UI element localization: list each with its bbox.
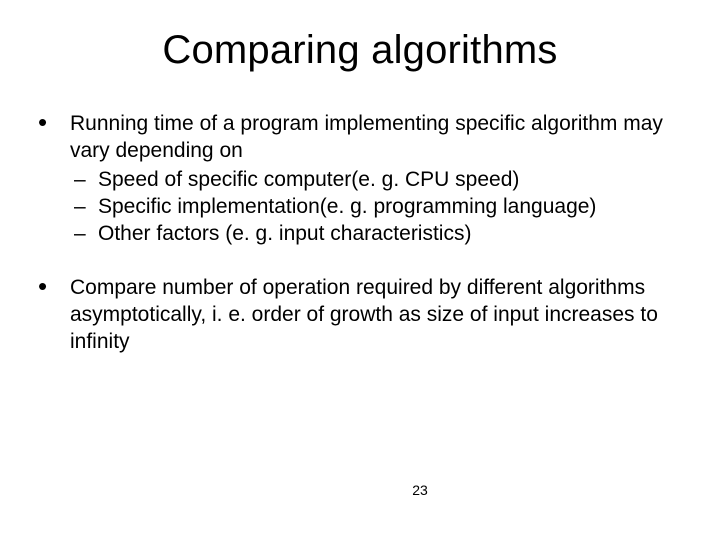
sub-bullet-2-text: Specific implementation(e. g. programmin… xyxy=(98,195,596,218)
sub-bullet-3: Other factors (e. g. input characteristi… xyxy=(70,221,692,248)
slide: Comparing algorithms Running time of a p… xyxy=(0,0,720,540)
slide-body: Running time of a program implementing s… xyxy=(28,111,692,356)
sub-bullet-2: Specific implementation(e. g. programmin… xyxy=(70,194,692,221)
sub-bullet-list: Speed of specific computer(e. g. CPU spe… xyxy=(70,167,692,248)
bullet-2-text: Compare number of operation required by … xyxy=(70,276,658,353)
sub-bullet-3-text: Other factors (e. g. input characteristi… xyxy=(98,222,471,245)
page-number: 23 xyxy=(0,482,720,498)
sub-bullet-1: Speed of specific computer(e. g. CPU spe… xyxy=(70,167,692,194)
bullet-item-2: Compare number of operation required by … xyxy=(28,275,692,356)
bullet-list: Running time of a program implementing s… xyxy=(28,111,692,356)
bullet-item-1: Running time of a program implementing s… xyxy=(28,111,692,247)
sub-bullet-1-text: Speed of specific computer(e. g. CPU spe… xyxy=(98,168,519,191)
bullet-1-text: Running time of a program implementing s… xyxy=(70,112,663,162)
slide-title: Comparing algorithms xyxy=(28,28,692,73)
